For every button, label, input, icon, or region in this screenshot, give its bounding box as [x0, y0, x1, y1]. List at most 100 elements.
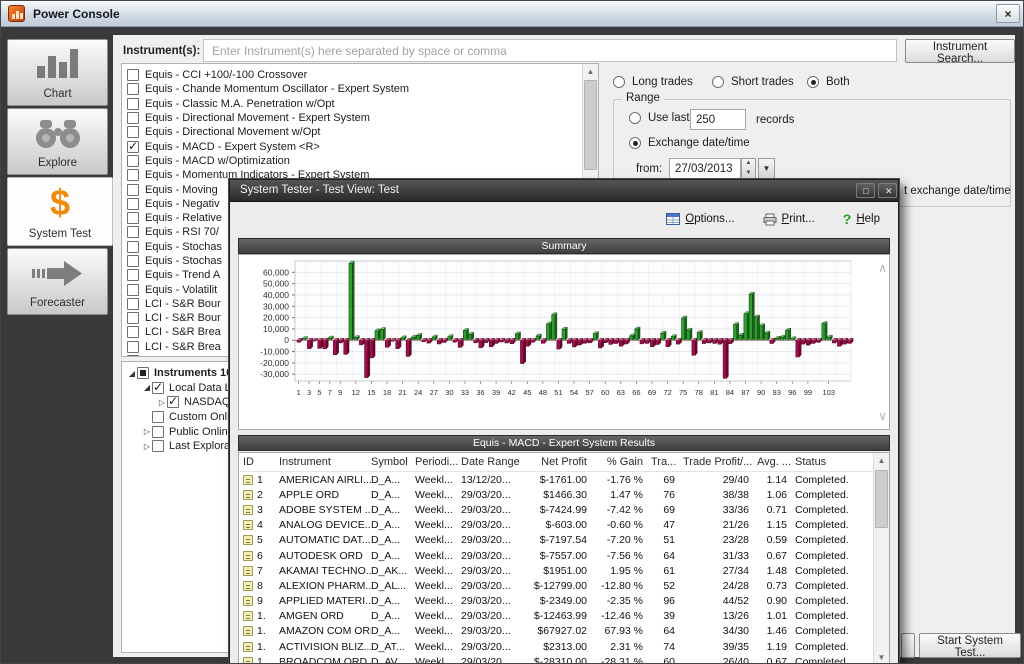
hidden-button-sliver[interactable] — [901, 633, 915, 658]
tree-expander-icon[interactable]: ▷ — [142, 427, 152, 436]
sidebar-item-system-test[interactable]: $System Test — [7, 177, 113, 246]
results-table-row[interactable]: 1.AMGEN ORDD_A...Weekl...29/03/20...$-12… — [239, 609, 889, 624]
column-header[interactable]: Date Range — [461, 456, 531, 468]
checkbox[interactable] — [152, 382, 164, 394]
checkbox[interactable] — [127, 298, 139, 310]
tree-expander-icon[interactable]: ▷ — [157, 398, 167, 407]
radio-use-last[interactable]: Use last — [629, 112, 690, 124]
date-spinner[interactable]: ▲▼ — [741, 158, 756, 179]
radio-exchange-datetime[interactable]: Exchange date/time — [629, 137, 750, 149]
scroll-up-icon[interactable]: ▲ — [874, 453, 889, 468]
checkbox[interactable] — [127, 126, 139, 138]
checkbox[interactable] — [127, 155, 139, 167]
results-table-row[interactable]: 3ADOBE SYSTEM ...D_A...Weekl...29/03/20.… — [239, 502, 889, 517]
column-header[interactable]: Trade Profit/... — [683, 456, 757, 468]
sidebar-item-explore[interactable]: Explore — [7, 108, 108, 175]
checkbox[interactable] — [152, 426, 164, 438]
dialog-titlebar[interactable]: System Tester - Test View: Test □ ✕ — [230, 180, 898, 202]
column-header[interactable]: Periodi... — [415, 456, 461, 468]
options-button[interactable]: Options... — [660, 212, 740, 226]
chart-scroll-up-icon[interactable]: ∧ — [878, 263, 887, 273]
help-button[interactable]: ? Help — [837, 210, 886, 228]
checkbox[interactable] — [127, 98, 139, 110]
spin-up-icon[interactable]: ▲ — [742, 159, 755, 169]
checkbox[interactable] — [127, 312, 139, 324]
checkbox[interactable] — [127, 226, 139, 238]
window-close-button[interactable]: × — [996, 4, 1020, 23]
start-system-test-button[interactable]: Start System Test... — [919, 633, 1021, 658]
scrollbar-thumb[interactable] — [584, 80, 597, 170]
system-list-item[interactable]: Equis - CCI +100/-100 Crossover — [122, 68, 598, 82]
results-table-row[interactable]: 2APPLE ORDD_A...Weekl...29/03/20...$1466… — [239, 487, 889, 502]
checkbox[interactable] — [152, 440, 164, 452]
checkbox[interactable] — [127, 112, 139, 124]
date-dropdown-button[interactable]: ▼ — [758, 158, 775, 179]
column-header[interactable]: % Gain — [595, 456, 651, 468]
from-date-input[interactable] — [669, 158, 741, 179]
checkbox[interactable] — [167, 396, 179, 408]
system-list-item[interactable]: Equis - Chande Momentum Oscillator - Exp… — [122, 82, 598, 96]
radio-icon[interactable] — [807, 76, 819, 88]
radio-icon[interactable] — [613, 76, 625, 88]
checkbox[interactable] — [127, 284, 139, 296]
checkbox[interactable] — [127, 269, 139, 281]
column-header[interactable]: Symbol — [371, 456, 415, 468]
checkbox[interactable] — [127, 212, 139, 224]
checkbox[interactable] — [127, 198, 139, 210]
checkbox[interactable] — [127, 355, 139, 357]
checkbox[interactable] — [127, 326, 139, 338]
radio-icon[interactable] — [629, 112, 641, 124]
radio-icon[interactable] — [629, 137, 641, 149]
scroll-down-icon[interactable]: ▼ — [874, 650, 889, 664]
results-table-row[interactable]: 1.AMAZON COM ORDD_A...Weekl...29/03/20..… — [239, 624, 889, 639]
chart-scroll-down-icon[interactable]: ∨ — [878, 411, 887, 421]
sidebar-item-forecaster[interactable]: Forecaster — [7, 248, 108, 315]
radio-long-trades[interactable]: Long trades — [613, 76, 693, 88]
scroll-up-icon[interactable]: ▲ — [583, 64, 598, 79]
print-button[interactable]: Print... — [757, 212, 821, 227]
radio-icon[interactable] — [712, 76, 724, 88]
results-table-row[interactable]: 6AUTODESK ORDD_A...Weekl...29/03/20...$-… — [239, 548, 889, 563]
checkbox[interactable] — [152, 411, 164, 423]
system-list-item[interactable]: Equis - Directional Movement w/Opt — [122, 125, 598, 139]
column-header[interactable]: Net Profit — [531, 456, 595, 468]
checkbox[interactable] — [127, 83, 139, 95]
checkbox[interactable] — [127, 69, 139, 81]
checkbox[interactable] — [127, 141, 139, 153]
checkbox[interactable] — [127, 241, 139, 253]
records-input[interactable] — [690, 109, 746, 130]
spin-down-icon[interactable]: ▼ — [742, 169, 755, 179]
scrollbar-thumb[interactable] — [875, 470, 888, 528]
tree-expander-icon[interactable]: ◢ — [142, 383, 152, 392]
results-table-row[interactable]: 5AUTOMATIC DAT...D_A...Weekl...29/03/20.… — [239, 533, 889, 548]
results-table-row[interactable]: 7AKAMAI TECHNO...D_AK...Weekl...29/03/20… — [239, 563, 889, 578]
column-header[interactable]: Avg. ... — [757, 456, 795, 468]
checkbox[interactable] — [127, 169, 139, 181]
results-table-row[interactable]: 9APPLIED MATERI...D_A...Weekl...29/03/20… — [239, 594, 889, 609]
system-list-item[interactable]: Equis - Directional Movement - Expert Sy… — [122, 111, 598, 125]
sidebar-item-chart[interactable]: Chart — [7, 39, 108, 106]
instrument-search-button[interactable]: Instrument Search... — [905, 39, 1015, 63]
radio-both[interactable]: Both — [807, 76, 850, 88]
radio-short-trades[interactable]: Short trades — [712, 76, 794, 88]
results-table-row[interactable]: 1.ACTIVISION BLIZ...D_AT...Weekl...29/03… — [239, 639, 889, 654]
results-table-row[interactable]: 4ANALOG DEVICE...D_A...Weekl...29/03/20.… — [239, 518, 889, 533]
results-table-row[interactable]: 8ALEXION PHARM...D_AL...Weekl...29/03/20… — [239, 578, 889, 593]
results-table-row[interactable]: 1.BROADCOM ORDD_AV...Weekl...29/03/20...… — [239, 654, 889, 664]
results-table-row[interactable]: 1AMERICAN AIRLI...D_A...Weekl...13/12/20… — [239, 472, 889, 487]
dialog-maximize-button[interactable]: □ — [856, 183, 875, 198]
tree-expander-icon[interactable]: ▷ — [142, 442, 152, 451]
tree-expander-icon[interactable]: ◢ — [127, 369, 137, 378]
checkbox[interactable] — [127, 184, 139, 196]
checkbox[interactable] — [137, 367, 149, 379]
instrument-input[interactable] — [203, 39, 897, 62]
system-list-item[interactable]: Equis - MACD w/Optimization — [122, 154, 598, 168]
column-header[interactable]: Instrument — [279, 456, 371, 468]
column-header[interactable]: Status — [795, 456, 861, 468]
column-header[interactable]: ID — [243, 456, 279, 468]
checkbox[interactable] — [127, 341, 139, 353]
checkbox[interactable] — [127, 255, 139, 267]
system-list-item[interactable]: Equis - Classic M.A. Penetration w/Opt — [122, 97, 598, 111]
results-scrollbar[interactable]: ▲ ▼ — [873, 453, 889, 664]
column-header[interactable]: Tra... — [651, 456, 683, 468]
